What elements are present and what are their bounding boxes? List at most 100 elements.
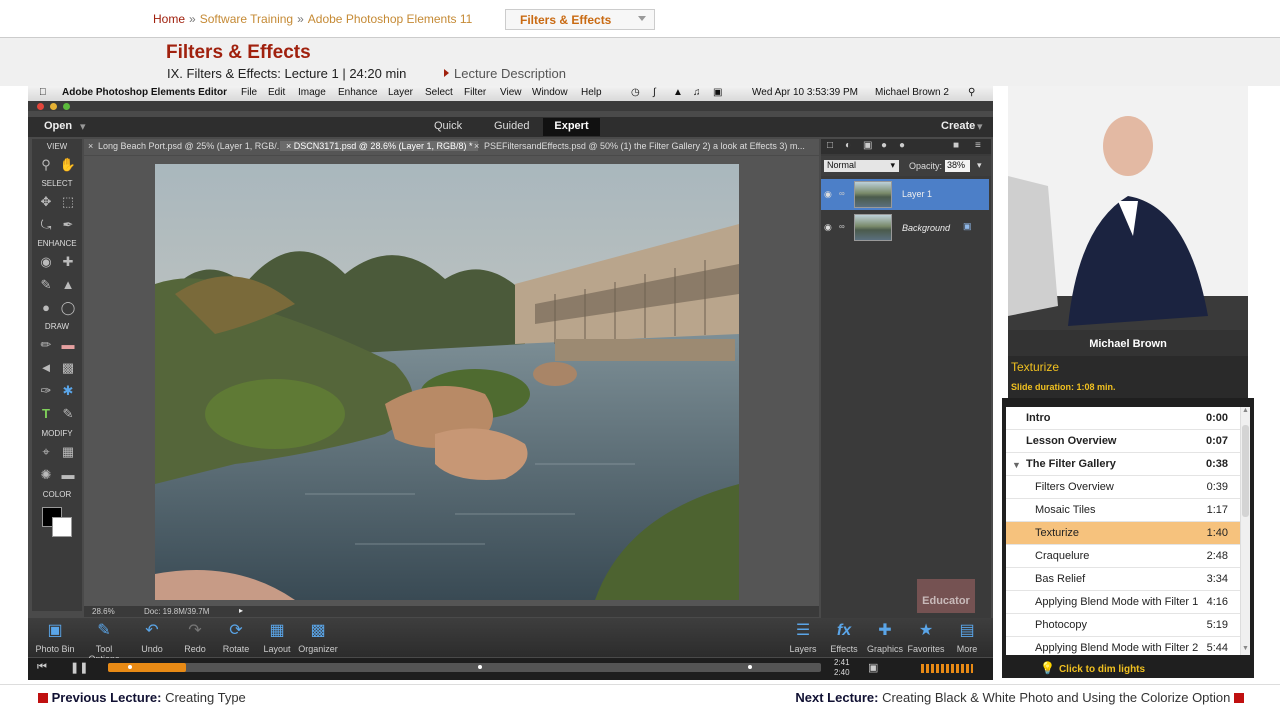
toc-item-time: 1:17: [1206, 504, 1228, 516]
toc-item-time: 0:39: [1206, 481, 1228, 493]
scroll-up-icon[interactable]: ▲: [1242, 407, 1249, 414]
canvas-area: [84, 156, 819, 612]
toc-item[interactable]: Lesson Overview 0:07: [1006, 430, 1240, 453]
clone-stamp-icon: ▲: [61, 277, 75, 292]
more-panels-icon: ▤: [959, 622, 975, 639]
zoom-window-icon: [63, 103, 70, 110]
volume-icon: ♫: [693, 87, 701, 98]
toolbox: VIEW ⚲ ✋ SELECT ✥ ⬚ ⤿ ✒ ENHANCE ◉ ✚ ✎ ▲ …: [32, 139, 82, 611]
tool-section-color: COLOR: [42, 490, 72, 499]
breadcrumb-course-link[interactable]: Adobe Photoshop Elements 11: [308, 12, 473, 26]
toc-item[interactable]: Photocopy 5:19: [1006, 614, 1240, 637]
toc-item[interactable]: Bas Relief 3:34: [1006, 568, 1240, 591]
new-layer-icon: □: [827, 140, 834, 151]
photo-bin-button: ▣ Photo Bin: [31, 620, 79, 654]
marquee-tool-icon: ⬚: [61, 194, 75, 209]
total-time: 2:40: [834, 668, 850, 677]
lecture-subtitle: IX. Filters & Effects: Lecture 1 | 24:20…: [167, 66, 407, 81]
toc-scrollbar[interactable]: ▲ ▼: [1240, 407, 1250, 655]
window-titlebar: [28, 101, 993, 111]
scrollbar-thumb[interactable]: [1242, 425, 1249, 517]
background-color-swatch: [52, 517, 72, 537]
undo-button: ↶ Undo: [128, 620, 176, 654]
chevron-down-icon: ▾: [977, 160, 982, 170]
layer-thumbnail: [854, 214, 892, 241]
toc-item[interactable]: Craquelure 2:48: [1006, 545, 1240, 568]
doc-tab: PSEFiltersandEffects.psd @ 50% (1) the F…: [484, 141, 805, 151]
layers-toolbar: □ ◐ ▣ ● ● ■ ≡: [821, 139, 991, 154]
photo-bin-label: Photo Bin: [35, 644, 75, 654]
next-lecture-label: Next Lecture:: [795, 690, 879, 705]
instructor-image: [1008, 86, 1248, 356]
toc-item-time: 5:44: [1206, 642, 1228, 654]
section-dropdown[interactable]: Filters & Effects: [505, 9, 655, 30]
scroll-down-icon[interactable]: ▼: [1242, 645, 1249, 652]
recompose-tool-icon: ▦: [61, 444, 75, 459]
tool-section-select: SELECT: [41, 179, 73, 188]
toc-item-name: Mosaic Tiles: [1035, 504, 1096, 516]
previous-lecture-link[interactable]: Previous Lecture: Creating Type: [38, 690, 246, 705]
skip-back-icon[interactable]: ⏮: [37, 661, 47, 674]
close-window-icon: [37, 103, 44, 110]
chevron-down-icon: ▾: [80, 121, 86, 133]
toc-item[interactable]: Mosaic Tiles 1:17: [1006, 499, 1240, 522]
healing-brush-icon: ✚: [62, 254, 74, 269]
toc-item[interactable]: Filters Overview 0:39: [1006, 476, 1240, 499]
doc-tab: Long Beach Port.psd @ 25% (Layer 1, RGB/…: [98, 141, 285, 151]
progress-track[interactable]: [108, 663, 821, 672]
opacity-value: 38%: [947, 160, 966, 170]
lock-all-icon: ●: [899, 140, 906, 151]
blend-controls: Normal ▾ Opacity: 38% ▾: [821, 156, 991, 176]
slide-duration: Slide duration: 1:08 min.: [1011, 382, 1116, 392]
next-lecture-link[interactable]: Next Lecture: Creating Black & White Pho…: [795, 690, 1244, 705]
chapter-marker: [748, 665, 752, 669]
instructor-name: Michael Brown: [1089, 338, 1167, 350]
more-label: More: [956, 644, 978, 654]
layer-name: Layer 1: [902, 189, 933, 199]
toc-item-selected[interactable]: Texturize 1:40: [1006, 522, 1240, 545]
toc-item-time: 2:48: [1206, 550, 1228, 562]
toc-item-name: Applying Blend Mode with Filter 1: [1035, 596, 1199, 608]
blend-mode-select: Normal ▾: [824, 160, 899, 172]
toc-item[interactable]: Applying Blend Mode with Filter 1 4:16: [1006, 591, 1240, 614]
adjustment-layer-icon: ◐: [845, 140, 852, 151]
toc-item-name: Bas Relief: [1035, 573, 1086, 585]
breadcrumb-bar: Home » Software Training » Adobe Photoshop E…: [0, 0, 1280, 38]
next-arrow-icon: [1234, 693, 1244, 703]
chapter-marker: [128, 665, 132, 669]
more-button: ▤ More: [943, 620, 991, 654]
lecture-description-link[interactable]: Lecture Description: [444, 66, 566, 81]
paint-bucket-icon: ◄: [39, 360, 53, 375]
blend-mode-value: Normal: [827, 160, 857, 170]
next-lecture-title: Creating Black & White Photo and Using t…: [882, 690, 1231, 705]
video-player[interactable]:  Adobe Photoshop Elements Editor File E…: [28, 86, 993, 658]
pause-icon[interactable]: ❚❚: [70, 661, 88, 674]
taskbar: ▣Photo Bin ✎Tool Options ↶Undo ↷Redo ⟳Ro…: [28, 618, 993, 658]
dim-lights-button[interactable]: 💡 Click to dim lights: [1040, 661, 1145, 675]
eye-icon: ◉: [824, 189, 832, 199]
toc-item[interactable]: Intro 0:00: [1006, 407, 1240, 430]
trash-icon: ■: [953, 140, 960, 151]
breadcrumb-separator: »: [189, 12, 196, 26]
volume-slider[interactable]: [921, 664, 973, 673]
toc-item-name: Craquelure: [1035, 550, 1090, 562]
current-slide-info: Texturize Slide duration: 1:08 min.: [1008, 356, 1248, 398]
toc-item-time: 1:40: [1206, 527, 1228, 539]
hand-tool-icon: ✋: [59, 157, 77, 172]
straighten-tool-icon: ▬: [61, 467, 75, 482]
fullscreen-icon[interactable]: ▣: [868, 661, 878, 674]
toc-item[interactable]: ▼ The Filter Gallery 0:38: [1006, 453, 1240, 476]
chevron-down-icon: ▾: [977, 121, 983, 133]
breadcrumb-software-link[interactable]: Software Training: [200, 12, 293, 26]
layer-row: ◉ ∞ Background ▣: [821, 212, 989, 243]
app-name: Adobe Photoshop Elements Editor: [62, 87, 228, 98]
tool-options-icon: ✎: [97, 622, 111, 639]
chapter-marker: [478, 665, 482, 669]
link-icon: ∞: [839, 189, 845, 198]
undo-icon: ↶: [145, 622, 159, 639]
lecture-title: Filters & Effects: [166, 42, 311, 63]
toc-item[interactable]: Applying Blend Mode with Filter 2 5:44: [1006, 637, 1240, 655]
breadcrumb-home-link[interactable]: Home: [153, 12, 185, 26]
organizer-label: Organizer: [298, 644, 338, 654]
menu-layer: Layer: [388, 87, 414, 98]
